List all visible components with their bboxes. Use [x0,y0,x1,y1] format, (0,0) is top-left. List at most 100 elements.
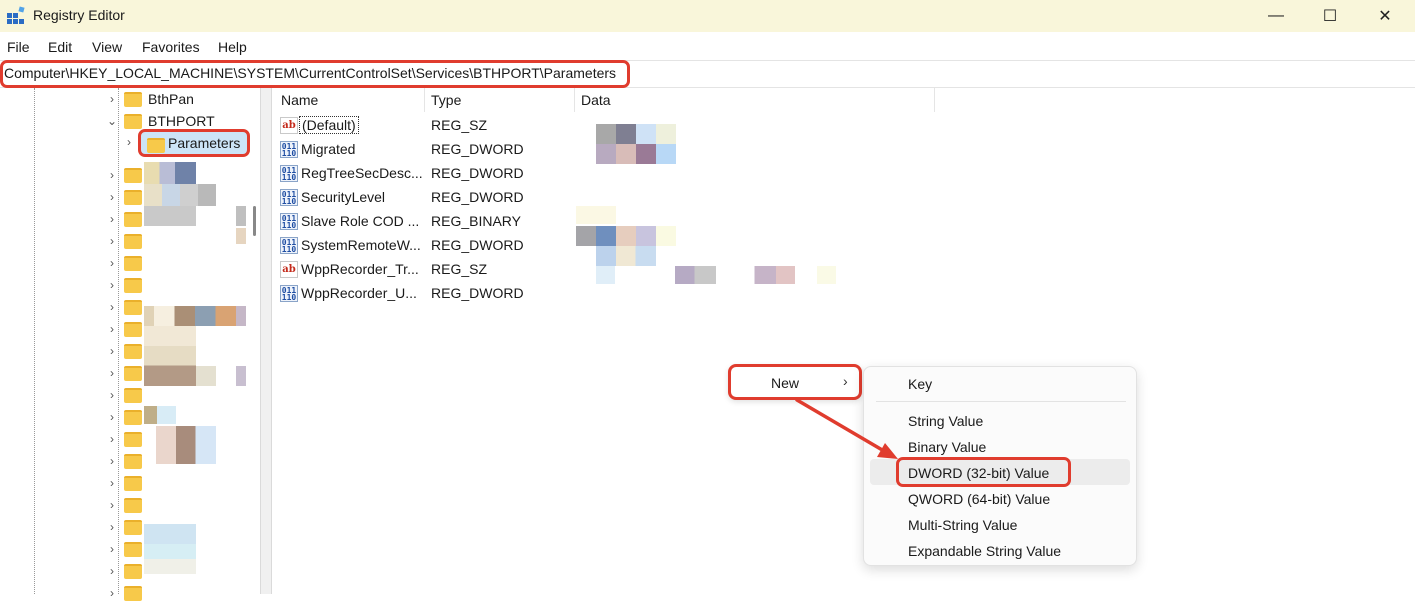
value-type: REG_BINARY [431,213,521,229]
tree-item-redacted[interactable]: › [106,164,142,186]
tree-item-redacted[interactable]: › [106,252,142,274]
tree-item-bthpan[interactable]: › BthPan [106,88,194,110]
close-button[interactable]: ✕ [1362,0,1408,32]
tree-item-redacted[interactable]: › [106,450,142,472]
chevron-right-icon[interactable]: › [106,476,118,490]
chevron-right-icon[interactable]: › [106,388,118,402]
chevron-right-icon[interactable]: › [106,498,118,512]
chevron-right-icon[interactable]: › [106,366,118,380]
menu-file[interactable]: File [7,39,30,55]
chevron-right-icon[interactable]: › [106,322,118,336]
menu-edit[interactable]: Edit [48,39,72,55]
chevron-right-icon[interactable]: › [106,564,118,578]
chevron-right-icon[interactable]: › [106,300,118,314]
chevron-right-icon[interactable]: › [106,586,118,600]
tree-item-redacted[interactable]: › [106,230,142,252]
folder-icon [124,585,142,601]
tree-item-redacted[interactable]: › [106,384,142,406]
tree-item-redacted[interactable]: › [106,494,142,516]
chevron-right-icon[interactable]: › [106,410,118,424]
folder-icon [124,541,142,557]
menu-divider [876,401,1126,402]
tree-item-parameters[interactable]: Parameters [138,129,250,157]
chevron-right-icon[interactable]: › [106,344,118,358]
column-divider[interactable] [934,88,935,112]
menu-favorites[interactable]: Favorites [142,39,200,55]
registry-editor-icon [7,6,25,24]
column-type-header[interactable]: Type [431,92,461,108]
window-title: Registry Editor [33,7,125,23]
menu-item-string-value[interactable]: String Value [908,413,983,429]
chevron-right-icon[interactable]: › [106,212,118,226]
folder-icon [124,453,142,469]
chevron-right-icon: › [843,373,848,389]
tree-item-redacted[interactable]: › [106,318,142,340]
string-value-icon: ab [280,117,298,134]
binary-value-icon: 011 110 [280,165,298,182]
value-row-wpprecorder-u[interactable]: 011 110 WppRecorder_U... REG_DWORD [278,282,878,306]
chevron-right-icon[interactable]: › [106,542,118,556]
folder-icon [124,563,142,579]
value-type: REG_DWORD [431,141,524,157]
column-divider[interactable] [574,88,575,112]
folder-icon [124,299,142,315]
menu-item-key[interactable]: Key [908,376,932,392]
chevron-right-icon[interactable]: › [106,190,118,204]
chevron-right-icon[interactable]: › [106,256,118,270]
chevron-right-icon[interactable]: › [106,92,118,106]
chevron-right-icon[interactable]: › [127,135,131,149]
tree-item-label: Parameters [168,135,241,151]
value-type: REG_SZ [431,261,488,277]
tree-item-redacted[interactable]: › [106,406,142,428]
binary-value-icon: 011 110 [280,189,298,206]
value-name: RegTreeSecDesc... [301,165,423,181]
tree-item-redacted[interactable]: › [106,208,142,230]
minimize-button[interactable]: — [1253,0,1299,32]
tree-item-redacted[interactable]: › [106,472,142,494]
redacted-region [144,306,246,326]
chevron-right-icon[interactable]: › [106,520,118,534]
chevron-right-icon[interactable]: › [106,168,118,182]
value-type: REG_DWORD [431,285,524,301]
value-name: SystemRemoteW... [301,237,421,253]
tree-item-redacted[interactable]: › [106,582,142,604]
tree-item-redacted[interactable]: › [106,274,142,296]
menu-view[interactable]: View [92,39,122,55]
tree-item-redacted[interactable]: › [106,186,142,208]
column-name-header[interactable]: Name [281,92,318,108]
chevron-right-icon[interactable]: › [106,432,118,446]
chevron-right-icon[interactable]: › [106,454,118,468]
tree-item-redacted[interactable]: › [106,296,142,318]
chevron-down-icon[interactable]: ⌄ [106,114,118,128]
maximize-button[interactable]: ☐ [1307,0,1353,32]
column-divider[interactable] [424,88,425,112]
menu-item-multi-string-value[interactable]: Multi-String Value [908,517,1017,533]
tree-item-redacted[interactable]: › [106,560,142,582]
tree-item-redacted[interactable]: › [106,340,142,362]
value-row-default[interactable]: ab (Default) REG_SZ [278,114,878,138]
menu-item-qword-value[interactable]: QWORD (64-bit) Value [908,491,1050,507]
tree-item-redacted[interactable]: › [106,428,142,450]
tree-scrollbar[interactable] [253,206,256,236]
value-type: REG_DWORD [431,237,524,253]
tree-item-redacted[interactable]: › [106,362,142,384]
redacted-region [144,206,196,226]
menu-help[interactable]: Help [218,39,247,55]
menu-item-binary-value[interactable]: Binary Value [908,439,986,455]
pane-splitter[interactable] [260,88,272,594]
address-highlight-box [0,60,630,88]
column-data-header[interactable]: Data [581,92,611,108]
folder-icon [124,321,142,337]
chevron-right-icon[interactable]: › [106,234,118,248]
value-row-regtreesecdesc[interactable]: 011 110 RegTreeSecDesc... REG_DWORD [278,162,878,186]
chevron-right-icon[interactable]: › [106,278,118,292]
tree-item-redacted[interactable]: › [106,516,142,538]
menu-item-expandable-string-value[interactable]: Expandable String Value [908,543,1061,559]
tree-item-label: BthPan [148,91,194,107]
value-row-migrated[interactable]: 011 110 Migrated REG_DWORD [278,138,878,162]
value-name: Migrated [301,141,356,157]
folder-icon [124,519,142,535]
redacted-data [576,206,616,224]
context-menu-new[interactable]: New › [728,364,862,400]
tree-item-redacted[interactable]: › [106,538,142,560]
